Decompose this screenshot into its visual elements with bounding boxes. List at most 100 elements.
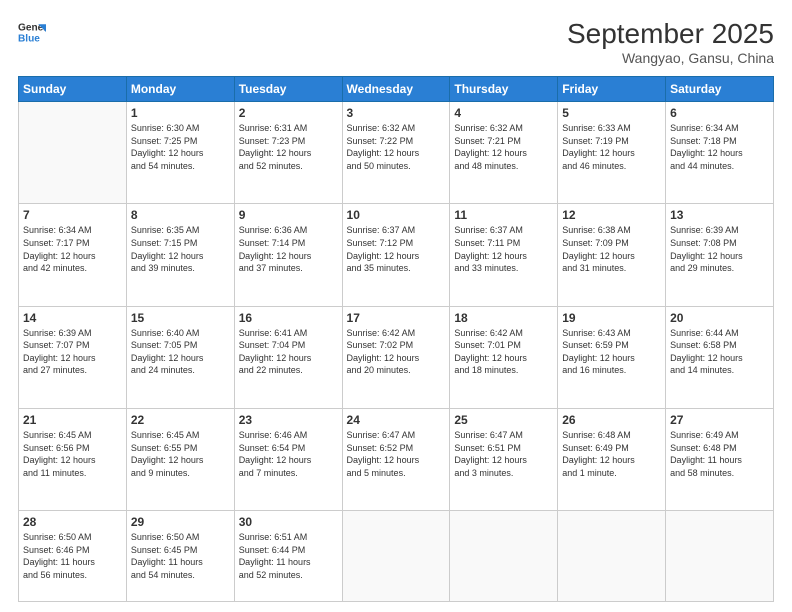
day-content: Sunrise: 6:46 AM Sunset: 6:54 PM Dayligh… — [239, 429, 338, 479]
table-row: 24 Sunrise: 6:47 AM Sunset: 6:52 PM Dayli… — [342, 408, 450, 510]
table-row: 17 Sunrise: 6:42 AM Sunset: 7:02 PM Dayli… — [342, 306, 450, 408]
table-row: 2 Sunrise: 6:31 AM Sunset: 7:23 PM Daylig… — [234, 102, 342, 204]
table-row — [666, 511, 774, 602]
col-sunday: Sunday — [19, 77, 127, 102]
logo-icon: General Blue — [18, 18, 46, 46]
day-number: 12 — [562, 208, 661, 222]
day-content: Sunrise: 6:39 AM Sunset: 7:08 PM Dayligh… — [670, 224, 769, 274]
calendar-week-row: 7Sunrise: 6:34 AM Sunset: 7:17 PM Daylig… — [19, 204, 774, 306]
logo: General Blue — [18, 18, 46, 46]
main-title: September 2025 — [567, 18, 774, 50]
table-row — [450, 511, 558, 602]
day-content: Sunrise: 6:34 AM Sunset: 7:18 PM Dayligh… — [670, 122, 769, 172]
day-number: 13 — [670, 208, 769, 222]
day-content: Sunrise: 6:45 AM Sunset: 6:56 PM Dayligh… — [23, 429, 122, 479]
day-content: Sunrise: 6:49 AM Sunset: 6:48 PM Dayligh… — [670, 429, 769, 479]
title-block: September 2025 Wangyao, Gansu, China — [567, 18, 774, 66]
day-number: 15 — [131, 311, 230, 325]
day-number: 1 — [131, 106, 230, 120]
col-saturday: Saturday — [666, 77, 774, 102]
table-row — [558, 511, 666, 602]
table-row: 25Sunrise: 6:47 AM Sunset: 6:51 PM Dayli… — [450, 408, 558, 510]
day-number: 17 — [347, 311, 446, 325]
table-row: 30 Sunrise: 6:51 AM Sunset: 6:44 PM Dayli… — [234, 511, 342, 602]
day-content: Sunrise: 6:32 AM Sunset: 7:21 PM Dayligh… — [454, 122, 553, 172]
day-number: 28 — [23, 515, 122, 529]
day-content: Sunrise: 6:42 AM Sunset: 7:01 PM Dayligh… — [454, 327, 553, 377]
table-row: 20 Sunrise: 6:44 AM Sunset: 6:58 PM Dayli… — [666, 306, 774, 408]
table-row: 10Sunrise: 6:37 AM Sunset: 7:12 PM Dayli… — [342, 204, 450, 306]
table-row: 19 Sunrise: 6:43 AM Sunset: 6:59 PM Dayli… — [558, 306, 666, 408]
day-content: Sunrise: 6:40 AM Sunset: 7:05 PM Dayligh… — [131, 327, 230, 377]
day-content: Sunrise: 6:33 AM Sunset: 7:19 PM Dayligh… — [562, 122, 661, 172]
day-content: Sunrise: 6:35 AM Sunset: 7:15 PM Dayligh… — [131, 224, 230, 274]
calendar-week-row: 14Sunrise: 6:39 AM Sunset: 7:07 PM Dayli… — [19, 306, 774, 408]
svg-text:Blue: Blue — [18, 33, 40, 44]
table-row: 23 Sunrise: 6:46 AM Sunset: 6:54 PM Dayli… — [234, 408, 342, 510]
day-content: Sunrise: 6:43 AM Sunset: 6:59 PM Dayligh… — [562, 327, 661, 377]
table-row: 21Sunrise: 6:45 AM Sunset: 6:56 PM Dayli… — [19, 408, 127, 510]
calendar-header-row: Sunday Monday Tuesday Wednesday Thursday… — [19, 77, 774, 102]
svg-text:General: General — [18, 22, 46, 33]
day-content: Sunrise: 6:50 AM Sunset: 6:45 PM Dayligh… — [131, 531, 230, 581]
table-row: 7Sunrise: 6:34 AM Sunset: 7:17 PM Daylig… — [19, 204, 127, 306]
calendar-table: Sunday Monday Tuesday Wednesday Thursday… — [18, 76, 774, 602]
day-content: Sunrise: 6:32 AM Sunset: 7:22 PM Dayligh… — [347, 122, 446, 172]
day-content: Sunrise: 6:31 AM Sunset: 7:23 PM Dayligh… — [239, 122, 338, 172]
day-number: 30 — [239, 515, 338, 529]
calendar-week-row: 28 Sunrise: 6:50 AM Sunset: 6:46 PM Dayli… — [19, 511, 774, 602]
page: General Blue September 2025 Wangyao, Gan… — [0, 0, 792, 612]
day-content: Sunrise: 6:38 AM Sunset: 7:09 PM Dayligh… — [562, 224, 661, 274]
col-friday: Friday — [558, 77, 666, 102]
header: General Blue September 2025 Wangyao, Gan… — [18, 18, 774, 66]
table-row: 11Sunrise: 6:37 AM Sunset: 7:11 PM Dayli… — [450, 204, 558, 306]
day-number: 14 — [23, 311, 122, 325]
day-content: Sunrise: 6:48 AM Sunset: 6:49 PM Dayligh… — [562, 429, 661, 479]
table-row: 14Sunrise: 6:39 AM Sunset: 7:07 PM Dayli… — [19, 306, 127, 408]
table-row — [342, 511, 450, 602]
day-number: 24 — [347, 413, 446, 427]
col-monday: Monday — [126, 77, 234, 102]
day-content: Sunrise: 6:51 AM Sunset: 6:44 PM Dayligh… — [239, 531, 338, 581]
day-content: Sunrise: 6:47 AM Sunset: 6:52 PM Dayligh… — [347, 429, 446, 479]
day-content: Sunrise: 6:30 AM Sunset: 7:25 PM Dayligh… — [131, 122, 230, 172]
col-wednesday: Wednesday — [342, 77, 450, 102]
day-number: 18 — [454, 311, 553, 325]
day-content: Sunrise: 6:44 AM Sunset: 6:58 PM Dayligh… — [670, 327, 769, 377]
day-content: Sunrise: 6:36 AM Sunset: 7:14 PM Dayligh… — [239, 224, 338, 274]
day-content: Sunrise: 6:42 AM Sunset: 7:02 PM Dayligh… — [347, 327, 446, 377]
table-row: 1 Sunrise: 6:30 AM Sunset: 7:25 PM Daylig… — [126, 102, 234, 204]
table-row: 6Sunrise: 6:34 AM Sunset: 7:18 PM Daylig… — [666, 102, 774, 204]
col-tuesday: Tuesday — [234, 77, 342, 102]
day-number: 26 — [562, 413, 661, 427]
table-row: 5 Sunrise: 6:33 AM Sunset: 7:19 PM Daylig… — [558, 102, 666, 204]
day-content: Sunrise: 6:34 AM Sunset: 7:17 PM Dayligh… — [23, 224, 122, 274]
day-content: Sunrise: 6:41 AM Sunset: 7:04 PM Dayligh… — [239, 327, 338, 377]
table-row: 15 Sunrise: 6:40 AM Sunset: 7:05 PM Dayli… — [126, 306, 234, 408]
table-row — [19, 102, 127, 204]
day-number: 20 — [670, 311, 769, 325]
day-number: 9 — [239, 208, 338, 222]
table-row: 4Sunrise: 6:32 AM Sunset: 7:21 PM Daylig… — [450, 102, 558, 204]
day-number: 23 — [239, 413, 338, 427]
table-row: 13 Sunrise: 6:39 AM Sunset: 7:08 PM Dayli… — [666, 204, 774, 306]
table-row: 16Sunrise: 6:41 AM Sunset: 7:04 PM Dayli… — [234, 306, 342, 408]
day-number: 3 — [347, 106, 446, 120]
table-row: 9 Sunrise: 6:36 AM Sunset: 7:14 PM Daylig… — [234, 204, 342, 306]
calendar-week-row: 1 Sunrise: 6:30 AM Sunset: 7:25 PM Daylig… — [19, 102, 774, 204]
day-number: 2 — [239, 106, 338, 120]
table-row: 22Sunrise: 6:45 AM Sunset: 6:55 PM Dayli… — [126, 408, 234, 510]
day-content: Sunrise: 6:37 AM Sunset: 7:11 PM Dayligh… — [454, 224, 553, 274]
day-number: 5 — [562, 106, 661, 120]
day-number: 22 — [131, 413, 230, 427]
day-content: Sunrise: 6:50 AM Sunset: 6:46 PM Dayligh… — [23, 531, 122, 581]
table-row: 29 Sunrise: 6:50 AM Sunset: 6:45 PM Dayli… — [126, 511, 234, 602]
day-content: Sunrise: 6:47 AM Sunset: 6:51 PM Dayligh… — [454, 429, 553, 479]
day-content: Sunrise: 6:37 AM Sunset: 7:12 PM Dayligh… — [347, 224, 446, 274]
day-number: 19 — [562, 311, 661, 325]
subtitle: Wangyao, Gansu, China — [567, 50, 774, 66]
table-row: 27Sunrise: 6:49 AM Sunset: 6:48 PM Dayli… — [666, 408, 774, 510]
table-row: 18 Sunrise: 6:42 AM Sunset: 7:01 PM Dayli… — [450, 306, 558, 408]
table-row: 28 Sunrise: 6:50 AM Sunset: 6:46 PM Dayli… — [19, 511, 127, 602]
day-number: 29 — [131, 515, 230, 529]
